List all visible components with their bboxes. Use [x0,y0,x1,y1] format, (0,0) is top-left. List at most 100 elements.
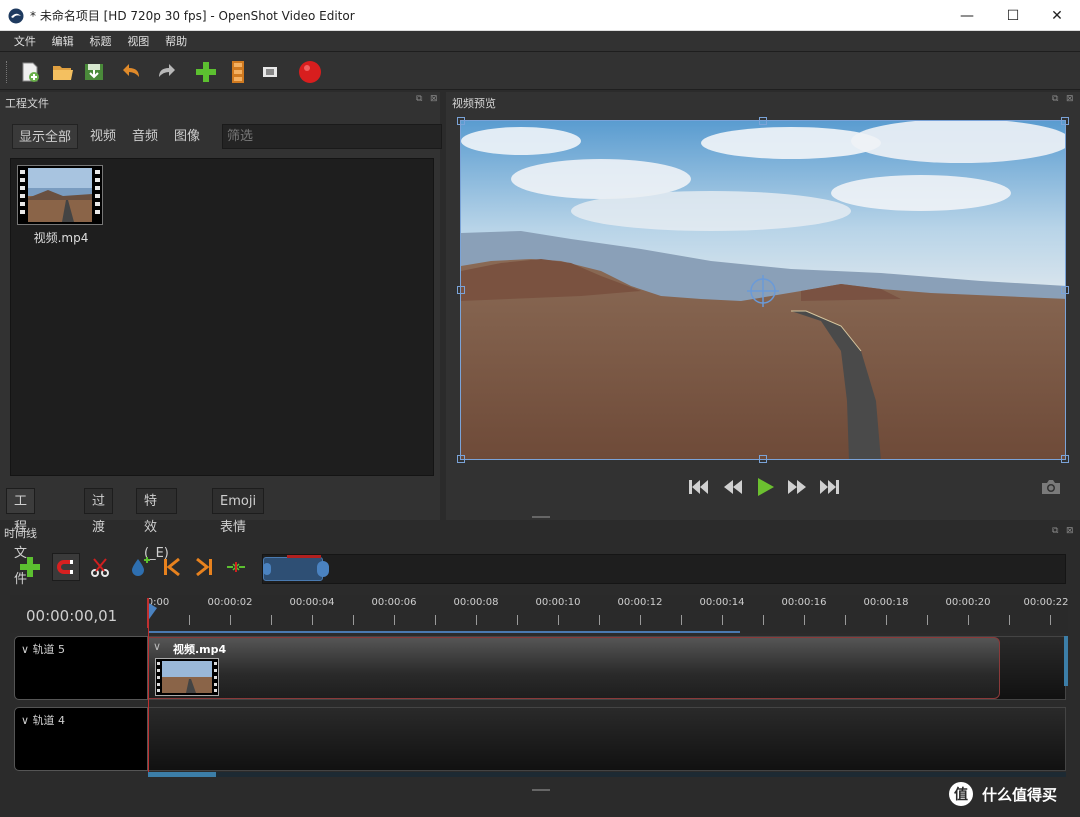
add-marker-icon[interactable] [126,553,154,581]
redo-icon[interactable] [152,58,180,86]
timeline-clip[interactable]: ∨ 视频.mp4 [148,637,1000,699]
ruler-label: 00:00:08 [453,597,499,608]
add-track-icon[interactable] [16,553,44,581]
bottom-splitter[interactable] [532,789,550,791]
minimize-button[interactable]: — [944,0,990,31]
video-frame-image [461,121,1065,459]
ruler-label: 00:00:06 [371,597,417,608]
camera-icon[interactable] [1038,476,1064,498]
rewind-icon[interactable] [720,476,746,498]
timeline-horizontal-scrollbar[interactable] [148,772,1066,777]
transform-handle-left[interactable] [457,286,465,294]
timeline-zoom-slider[interactable] [262,554,1066,584]
razor-icon[interactable] [86,553,114,581]
transform-handle-bottom-right[interactable] [1061,455,1069,463]
next-marker-icon[interactable] [190,553,218,581]
ruler-label: 00:00:14 [699,597,745,608]
timeline-ruler[interactable]: 0:00 00:00:02 00:00:04 00:00:06 00:00:08… [147,595,1069,633]
menu-edit[interactable]: 编辑 [46,31,80,52]
zoom-handle-left[interactable] [263,563,271,575]
window-title: * 未命名项目 [HD 720p 30 fps] - OpenShot Vide… [30,9,355,23]
filter-audio[interactable]: 音频 [126,124,164,149]
filter-show-all[interactable]: 显示全部 [12,124,79,149]
filter-bar: 显示全部 视频 音频 图像 筛选 [12,124,442,150]
project-files-list: 视频.mp4 [10,158,434,476]
track-header[interactable]: ∨ 轨道 5 [14,636,148,700]
menu-view[interactable]: 视图 [121,31,155,52]
track-body[interactable] [148,707,1066,771]
transform-handle-top-right[interactable] [1061,117,1069,125]
tab-transitions[interactable]: 过渡 [84,488,114,535]
new-project-icon[interactable] [16,58,44,86]
jump-end-icon[interactable] [816,476,842,498]
transform-handle-bottom[interactable] [759,455,767,463]
ruler-label: 00:00:20 [945,597,991,608]
preview-dock-float-icon[interactable]: ⧉ [1052,94,1058,104]
maximize-button[interactable]: ☐ [990,0,1036,31]
transform-handle-bottom-left[interactable] [457,455,465,463]
toolbar-grip[interactable] [6,61,9,83]
track-name: ∨ 轨道 4 [21,714,66,727]
dock-splitter[interactable] [532,516,550,518]
video-preview-title: 视频预览 [452,97,496,110]
filter-input[interactable]: 筛选 [222,124,442,149]
ruler-progress [148,631,740,633]
open-project-icon[interactable] [48,58,76,86]
track-header[interactable]: ∨ 轨道 4 [14,707,148,771]
smzdm-logo-icon: 值 [949,782,973,806]
menu-file[interactable]: 文件 [8,31,42,52]
watermark-text: 什么值得买 [982,785,1058,804]
scrollbar-thumb[interactable] [148,772,216,777]
previous-marker-icon[interactable] [158,553,186,581]
video-preview-frame[interactable] [460,120,1066,460]
transform-handle-top-left[interactable] [457,117,465,125]
fast-forward-icon[interactable] [784,476,810,498]
transform-handle-right[interactable] [1061,286,1069,294]
ruler-label: 00:00:22 [1023,597,1069,608]
tab-emoji[interactable]: Emoji 表情 [212,488,265,535]
timeline-dock-close-icon[interactable]: ⊠ [1066,526,1074,536]
dock-close-icon[interactable]: ⊠ [430,94,438,104]
ruler-label: 00:00:18 [863,597,909,608]
tab-effects[interactable]: 特效(_E) [136,488,177,561]
ruler-label: 00:00:02 [207,597,253,608]
timeline-dock-float-icon[interactable]: ⧉ [1052,526,1058,536]
track-name: ∨ 轨道 5 [21,643,66,656]
file-name[interactable]: 视频.mp4 [19,229,103,246]
choose-profile-icon[interactable] [224,58,252,86]
preview-dock-close-icon[interactable]: ⊠ [1066,94,1074,104]
clip-menu-icon[interactable]: ∨ [153,640,161,653]
fullscreen-icon[interactable] [256,58,284,86]
import-files-icon[interactable] [192,58,220,86]
dock-float-icon[interactable]: ⧉ [416,94,422,104]
close-button[interactable]: ✕ [1034,0,1080,31]
openshot-logo-icon [8,8,24,24]
filter-image[interactable]: 图像 [168,124,206,149]
ruler-label: 00:00:16 [781,597,827,608]
zoom-playhead-marker [287,555,321,558]
watermark-mark: 值 [954,786,968,803]
window-title-bar: * 未命名项目 [HD 720p 30 fps] - OpenShot Vide… [0,0,1080,31]
time-display: 00:00:00,01 [26,607,118,625]
save-project-icon[interactable] [80,58,108,86]
play-icon[interactable] [752,476,778,498]
vertical-scrollbar[interactable] [1064,636,1068,686]
menu-title[interactable]: 标题 [83,31,117,52]
snap-magnet-icon[interactable] [52,553,80,581]
zoom-handle-right[interactable] [317,561,329,577]
playhead-line[interactable] [148,598,149,776]
zoom-window[interactable] [263,557,323,581]
transform-handle-top[interactable] [759,117,767,125]
undo-icon[interactable] [118,58,146,86]
clip-thumbnail [155,658,219,696]
menu-help[interactable]: 帮助 [159,31,193,52]
file-thumbnail[interactable] [17,165,103,225]
center-timeline-icon[interactable] [222,553,250,581]
main-toolbar [0,52,1080,90]
jump-start-icon[interactable] [686,476,712,498]
export-video-icon[interactable] [296,58,324,86]
ruler-label: 00:00:12 [617,597,663,608]
tab-project-files[interactable]: 工程文件 [6,488,36,587]
project-files-title: 工程文件 [5,97,49,110]
filter-video[interactable]: 视频 [84,124,122,149]
